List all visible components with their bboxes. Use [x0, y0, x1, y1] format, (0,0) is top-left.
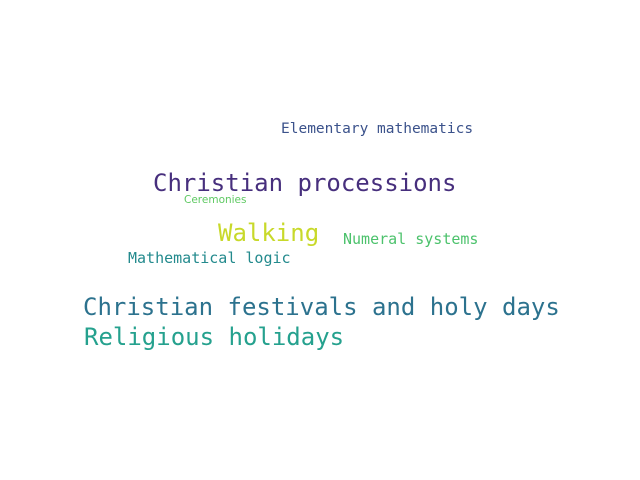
- word-christian-festivals-and-holy-days: Christian festivals and holy days: [83, 293, 560, 321]
- word-ceremonies: Ceremonies: [184, 194, 247, 206]
- word-religious-holidays: Religious holidays: [84, 323, 345, 351]
- word-elementary-mathematics: Elementary mathematics: [281, 121, 474, 137]
- word-mathematical-logic: Mathematical logic: [128, 249, 291, 267]
- word-numeral-systems: Numeral systems: [343, 230, 479, 248]
- word-cloud: Elementary mathematics Christian process…: [0, 0, 640, 480]
- word-christian-processions: Christian processions: [153, 169, 457, 197]
- word-walking: Walking: [218, 219, 320, 247]
